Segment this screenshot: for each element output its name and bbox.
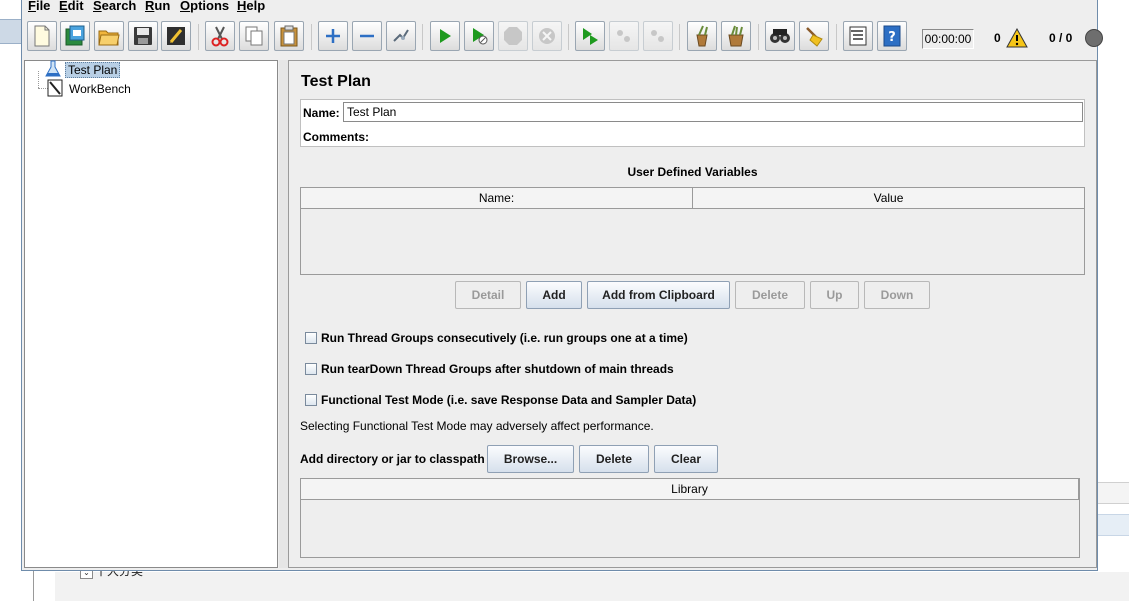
toolbar-separator bbox=[568, 24, 569, 50]
toolbar: ? 00:00:00 0 0 / 0 bbox=[22, 18, 1103, 58]
background-tab-strip bbox=[0, 19, 21, 44]
background-panel-line bbox=[1098, 514, 1129, 536]
active-thread-count: 0 / 0 bbox=[1049, 31, 1073, 45]
classpath-label: Add directory or jar to classpath bbox=[300, 452, 485, 466]
copy-icon[interactable] bbox=[239, 21, 269, 51]
menu-file[interactable]: File bbox=[28, 0, 50, 13]
help-icon[interactable]: ? bbox=[877, 21, 907, 51]
warning-icon[interactable] bbox=[1006, 27, 1028, 51]
toolbar-separator bbox=[198, 24, 199, 50]
browse-button[interactable]: Browse... bbox=[487, 445, 574, 473]
collapse-all-icon[interactable] bbox=[352, 21, 382, 51]
functional-mode-checkbox[interactable] bbox=[305, 394, 317, 406]
menu-options[interactable]: Options bbox=[180, 0, 229, 13]
delete-variable-button[interactable]: Delete bbox=[735, 281, 805, 309]
test-plan-icon bbox=[45, 60, 61, 81]
name-label: Name: bbox=[303, 106, 340, 120]
detail-button[interactable]: Detail bbox=[455, 281, 521, 309]
name-field[interactable]: Test Plan bbox=[343, 102, 1083, 122]
save-as-icon[interactable] bbox=[161, 21, 191, 51]
remote-start-icon[interactable] bbox=[575, 21, 605, 51]
clear-all-icon[interactable] bbox=[721, 21, 751, 51]
toggle-icon[interactable] bbox=[386, 21, 416, 51]
open-icon[interactable] bbox=[94, 21, 124, 51]
stop-icon[interactable] bbox=[498, 21, 528, 51]
menu-edit[interactable]: Edit bbox=[59, 0, 84, 13]
error-count: 0 bbox=[994, 31, 1001, 45]
library-column[interactable]: Library bbox=[301, 479, 1079, 500]
functional-mode-note: Selecting Functional Test Mode may adver… bbox=[300, 419, 654, 433]
udv-table[interactable]: Name: Value bbox=[300, 187, 1085, 275]
move-down-button[interactable]: Down bbox=[864, 281, 930, 309]
clear-classpath-button[interactable]: Clear bbox=[654, 445, 718, 473]
cut-icon[interactable] bbox=[205, 21, 235, 51]
functional-mode-label: Functional Test Mode (i.e. save Response… bbox=[321, 393, 697, 407]
pane-splitter[interactable] bbox=[279, 60, 288, 568]
templates-icon[interactable] bbox=[60, 21, 90, 51]
udv-title: User Defined Variables bbox=[627, 165, 758, 179]
expand-all-icon[interactable] bbox=[318, 21, 348, 51]
toolbar-separator bbox=[422, 24, 423, 50]
toolbar-separator bbox=[758, 24, 759, 50]
toolbar-separator bbox=[679, 24, 680, 50]
start-no-pauses-icon[interactable] bbox=[464, 21, 494, 51]
name-comment-box: Name: Test Plan Comments: bbox=[300, 99, 1085, 147]
jmeter-window: File Edit Search Run Options Help ? 00:0… bbox=[21, 0, 1103, 571]
menu-run[interactable]: Run bbox=[145, 0, 170, 13]
run-consecutively-checkbox[interactable] bbox=[305, 332, 317, 344]
search-icon[interactable] bbox=[765, 21, 795, 51]
toolbar-separator bbox=[311, 24, 312, 50]
remote-stop-icon[interactable] bbox=[609, 21, 639, 51]
menu-search[interactable]: Search bbox=[93, 0, 136, 13]
add-from-clipboard-button[interactable]: Add from Clipboard bbox=[587, 281, 730, 309]
paste-icon[interactable] bbox=[274, 21, 304, 51]
shutdown-icon[interactable] bbox=[532, 21, 562, 51]
tree-connector bbox=[38, 71, 40, 88]
elapsed-time: 00:00:00 bbox=[922, 29, 974, 49]
save-icon[interactable] bbox=[128, 21, 158, 51]
toolbar-separator bbox=[836, 24, 837, 50]
move-up-button[interactable]: Up bbox=[810, 281, 859, 309]
tree-item-test-plan[interactable]: Test Plan bbox=[45, 60, 121, 81]
run-consecutively-label: Run Thread Groups consecutively (i.e. ru… bbox=[321, 331, 688, 345]
workbench-icon bbox=[47, 79, 63, 100]
library-table[interactable]: Library bbox=[300, 478, 1080, 558]
svg-text:?: ? bbox=[888, 30, 896, 45]
new-icon[interactable] bbox=[27, 21, 57, 51]
run-teardown-label: Run tearDown Thread Groups after shutdow… bbox=[321, 362, 674, 376]
test-plan-panel: Test Plan Name: Test Plan Comments: User… bbox=[288, 60, 1097, 568]
remote-status-icon bbox=[1085, 29, 1103, 47]
function-helper-icon[interactable] bbox=[843, 21, 873, 51]
run-consecutively-option[interactable]: Run Thread Groups consecutively (i.e. ru… bbox=[305, 331, 688, 345]
menu-bar: File Edit Search Run Options Help bbox=[22, 0, 1097, 16]
udv-column-name[interactable]: Name: bbox=[301, 188, 693, 209]
menu-help[interactable]: Help bbox=[237, 0, 265, 13]
reset-search-icon[interactable] bbox=[799, 21, 829, 51]
clear-icon[interactable] bbox=[687, 21, 717, 51]
comments-field[interactable] bbox=[369, 126, 1083, 146]
add-button[interactable]: Add bbox=[526, 281, 582, 309]
comments-label: Comments: bbox=[303, 130, 370, 144]
functional-mode-option[interactable]: Functional Test Mode (i.e. save Response… bbox=[305, 393, 696, 407]
run-teardown-checkbox[interactable] bbox=[305, 363, 317, 375]
tree-item-workbench[interactable]: WorkBench bbox=[47, 79, 133, 100]
background-panel-line bbox=[1098, 482, 1129, 504]
delete-classpath-button[interactable]: Delete bbox=[579, 445, 649, 473]
run-teardown-option[interactable]: Run tearDown Thread Groups after shutdow… bbox=[305, 362, 674, 376]
background-footer bbox=[55, 572, 1129, 601]
start-icon[interactable] bbox=[430, 21, 460, 51]
test-tree: Test Plan WorkBench bbox=[24, 60, 278, 568]
remote-shutdown-icon[interactable] bbox=[643, 21, 673, 51]
udv-column-value[interactable]: Value bbox=[693, 188, 1084, 209]
panel-title: Test Plan bbox=[301, 73, 371, 90]
